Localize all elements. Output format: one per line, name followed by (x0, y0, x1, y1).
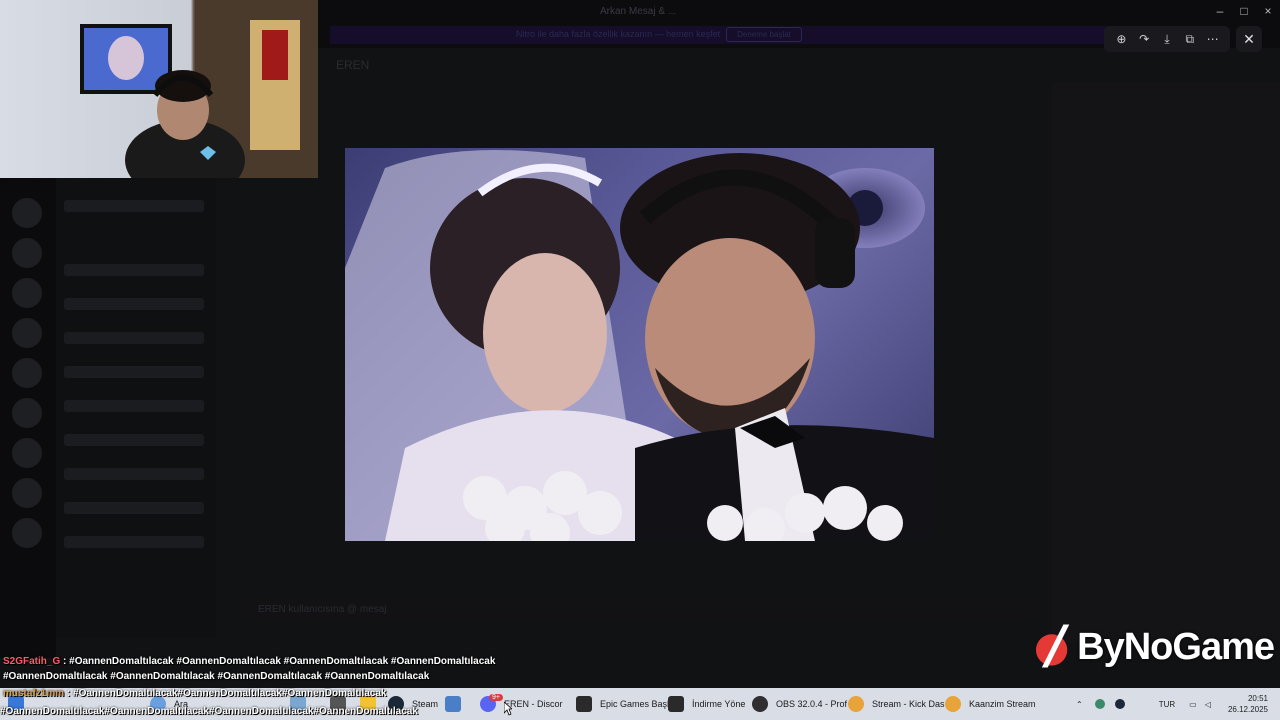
profile-panel (1052, 82, 1280, 642)
list-item[interactable] (64, 366, 204, 378)
taskbar-item-label: OBS 32.0.4 - Prof (776, 699, 848, 709)
list-item[interactable] (64, 434, 204, 446)
settings-icon (445, 696, 461, 712)
dm-list (56, 178, 216, 638)
minimize-icon[interactable]: – (1210, 4, 1230, 18)
taskbar-item-chrome-stream[interactable]: Kaanzim Stream (945, 688, 1036, 720)
webcam-overlay (0, 0, 318, 178)
list-item[interactable] (64, 502, 204, 514)
clock[interactable]: 20:51 26.12.2025 (1228, 693, 1268, 715)
list-item[interactable] (64, 298, 204, 310)
clock-time: 20:51 (1247, 694, 1268, 703)
system-tray: ⌃ TUR ▭ ◁ (1076, 688, 1211, 720)
server-icon[interactable] (12, 278, 42, 308)
notification-badge: 9+ (489, 694, 503, 701)
clock-date: 26.12.2025 (1227, 705, 1268, 714)
taskbar-item-label: EREN - Discor (504, 699, 563, 709)
chat-message: #OannenDomaltılacak #OannenDomaltılacak … (3, 671, 429, 682)
banner-text: Nitro ile daha fazla özellik kazanın — h… (516, 29, 721, 39)
taskbar-item-obs[interactable]: OBS 32.0.4 - Prof (752, 688, 847, 720)
steam-tray-icon[interactable] (1114, 699, 1125, 709)
list-item[interactable] (64, 468, 204, 480)
brand-name: ByNoGame (1077, 625, 1275, 668)
list-item[interactable] (64, 400, 204, 412)
dm-title: EREN (336, 58, 370, 72)
wedding-photo (345, 148, 934, 541)
chat-username: S2GFatih_G (3, 656, 61, 667)
window-close-icon[interactable]: × (1258, 4, 1278, 18)
webcam-illustration (80, 0, 318, 178)
chat-message: mustafz1mm : #OannenDomaltılacak#OannenD… (3, 688, 386, 699)
server-icon[interactable] (12, 318, 42, 348)
mouse-cursor-icon (504, 702, 512, 716)
window-title: Arkan Mesaj & ... (600, 6, 677, 17)
chat-text: #OannenDomaltılacak #OannenDomaltılacak … (3, 671, 430, 682)
maximize-icon[interactable]: □ (1234, 4, 1254, 18)
chat-username: mustafz1mm (3, 688, 65, 699)
server-icon[interactable] (12, 478, 42, 508)
taskbar-item-settings[interactable] (445, 688, 469, 720)
photo-illustration (345, 150, 934, 541)
tray-app-icon[interactable] (1094, 699, 1105, 709)
chat-text: : #OannenDomaltılacak#OannenDomaltılacak… (64, 688, 387, 699)
server-icon[interactable] (12, 358, 42, 388)
server-icon[interactable] (12, 398, 42, 428)
chevron-up-icon[interactable]: ⌃ (1076, 700, 1083, 709)
taskbar-item-discord[interactable]: EREN - Discor (480, 688, 563, 720)
taskbar-item-label: Epic Games Başl (600, 699, 670, 709)
network-icon[interactable]: ▭ (1189, 700, 1197, 709)
download-icon[interactable]: ⤓ (1158, 30, 1176, 48)
chat-text: #OannenDomaltılacak#OannenDomaltılacak#O… (0, 706, 418, 717)
obs-icon (752, 696, 768, 712)
taskbar-item-epic[interactable]: Epic Games Başl (576, 688, 669, 720)
server-icon[interactable] (12, 238, 42, 268)
taskbar-item-label: İndirme Yöne (692, 699, 746, 709)
volume-icon[interactable]: ◁ (1205, 700, 1211, 709)
chat-text: : #OannenDomaltılacak #OannenDomaltılaca… (60, 656, 496, 667)
chrome-icon (848, 696, 864, 712)
chat-message: #OannenDomaltılacak#OannenDomaltılacak#O… (0, 706, 418, 717)
taskbar-item-chrome-kick[interactable]: Stream - Kick Das (848, 688, 945, 720)
chat-message: S2GFatih_G : #OannenDomaltılacak #Oannen… (3, 656, 495, 667)
close-icon[interactable]: ✕ (1236, 26, 1262, 52)
language-indicator[interactable]: TUR (1159, 700, 1175, 709)
share-icon[interactable]: ↷ (1135, 30, 1153, 48)
bynogame-logo-icon (1035, 624, 1070, 668)
list-item[interactable] (64, 264, 204, 276)
taskbar-item-label: Stream - Kick Das (872, 699, 945, 709)
screen: Arkan Mesaj & ... – □ × Nitro ile daha f… (0, 0, 1280, 720)
epic-games-icon (576, 696, 592, 712)
server-rail (0, 178, 56, 658)
open-external-icon[interactable]: ⧉ (1181, 30, 1199, 48)
server-icon[interactable] (12, 198, 42, 228)
more-icon[interactable]: ⋯ (1204, 30, 1222, 48)
image-viewer-toolbar: ⊕ ↷ ⤓ ⧉ ⋯ (1104, 26, 1230, 52)
server-icon[interactable] (12, 518, 42, 548)
taskbar-item-epic-downloads[interactable]: İndirme Yöne (668, 688, 745, 720)
chrome-icon (945, 696, 961, 712)
taskbar-item-label: Kaanzim Stream (969, 699, 1036, 709)
bynogame-logo: ByNoGame (1034, 620, 1275, 674)
epic-games-icon (668, 696, 684, 712)
zoom-in-icon[interactable]: ⊕ (1112, 30, 1130, 48)
banner-button[interactable]: Deneme başlat (726, 27, 802, 42)
message-input[interactable]: EREN kullanıcısına @ mesaj (240, 598, 1040, 622)
list-item[interactable] (64, 332, 204, 344)
list-item[interactable] (64, 536, 204, 548)
server-icon[interactable] (12, 438, 42, 468)
list-item[interactable] (64, 200, 204, 212)
